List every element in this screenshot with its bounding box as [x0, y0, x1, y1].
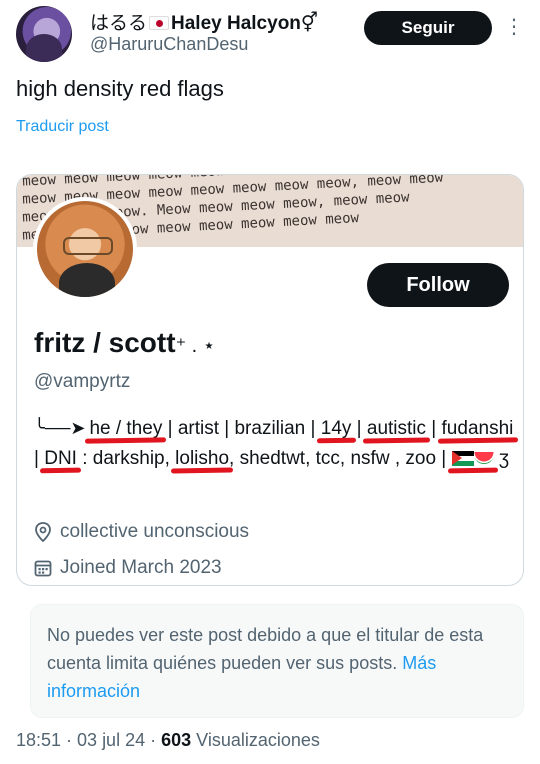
author-avatar[interactable] [16, 6, 72, 62]
bio-dni: DNI [44, 448, 77, 469]
japan-flag-icon [149, 16, 170, 30]
author-name: Haley Halcyon [171, 13, 301, 34]
bio-tail: ʒ [493, 448, 510, 469]
bio-text: | [351, 418, 367, 439]
post-timestamp: 18:51 · 03 jul 24 · 603 Visualizaciones [16, 730, 320, 751]
bio-autistic: autistic [366, 418, 427, 439]
author-name-suffix: ⚥ [300, 13, 319, 34]
profile-joined: Joined March 2023 [34, 557, 222, 579]
follow-button: Follow [367, 263, 509, 307]
joined-text: Joined March 2023 [60, 557, 222, 578]
bio-text: : darkship, [76, 448, 176, 469]
restricted-post-notice: No puedes ver este post debido a que el … [30, 604, 524, 718]
author-handle[interactable]: @HaruruChanDesu [90, 34, 248, 55]
profile-name: fritz / scott⁺ . ⋆ [34, 327, 215, 359]
bio-fudanshi: fudanshi [441, 418, 514, 439]
calendar-icon [34, 560, 52, 577]
views-count: 603 [161, 730, 192, 750]
tweet-text: high density red flags [16, 76, 224, 101]
views-label: Visualizaciones [191, 730, 320, 750]
bio-text: | artist | brazilian | [162, 418, 321, 439]
time-date[interactable]: 18:51 · 03 jul 24 · [16, 730, 161, 750]
profile-bio: ╰──➤ he / they | artist | brazilian | 14y… [34, 413, 514, 474]
profile-location: collective unconscious [34, 521, 249, 543]
flag-emojis [451, 448, 494, 469]
location-text: collective unconscious [60, 521, 250, 542]
watermelon-icon [473, 452, 494, 464]
author-name-prefix: はるる [90, 13, 148, 34]
seguir-button[interactable]: Seguir [364, 11, 492, 45]
bio-age: 14y [320, 418, 352, 439]
bio-text: | [34, 448, 45, 469]
profile-handle: @vampyrtz [34, 371, 131, 392]
profile-name-text: fritz / scott [34, 327, 176, 358]
arrow-icon: ╰──➤ [34, 418, 86, 438]
bio-lolisho: lolisho [175, 448, 230, 469]
profile-avatar [33, 197, 137, 301]
profile-name-suffix: ⁺ . ⋆ [175, 335, 216, 357]
author-display-name[interactable]: はるる Haley Halcyon⚥ [90, 8, 318, 35]
translate-post-link[interactable]: Traducir post [16, 118, 109, 136]
palestine-flag-icon [451, 451, 474, 466]
bio-pronouns: he / they [89, 418, 163, 439]
bio-text: | [426, 418, 442, 439]
location-pin-icon [35, 522, 51, 542]
bio-text: , shedtwt, tcc, nsfw , zoo | [229, 448, 452, 469]
more-dots-icon[interactable]: ⋮ [504, 14, 525, 39]
profile-screenshot-card[interactable]: ow meow meow meow meow meow meow meow me… [16, 174, 524, 586]
